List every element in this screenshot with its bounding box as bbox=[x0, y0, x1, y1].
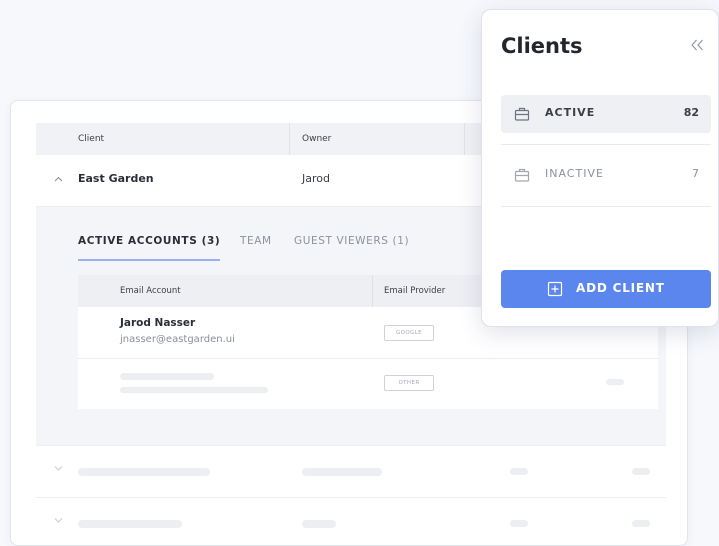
skeleton-line bbox=[120, 373, 214, 380]
briefcase-icon bbox=[514, 106, 530, 122]
tab-guest-viewers[interactable]: GUEST VIEWERS (1) bbox=[294, 235, 409, 247]
client-owner: Jarod bbox=[302, 172, 330, 185]
skeleton-line bbox=[302, 468, 382, 476]
account-email: jnasser@eastgarden.ui bbox=[120, 334, 235, 345]
client-name[interactable]: East Garden bbox=[78, 172, 154, 185]
column-header-client[interactable]: Client bbox=[78, 123, 104, 155]
provider-badge: OTHER bbox=[384, 375, 434, 391]
skeleton-line bbox=[632, 520, 650, 527]
nav-item-label: ACTIVE bbox=[545, 106, 596, 119]
table-row-placeholder bbox=[36, 445, 666, 497]
skeleton-line bbox=[632, 468, 650, 475]
table-row-placeholder: OTHER bbox=[78, 359, 658, 409]
briefcase-icon bbox=[514, 167, 530, 183]
nav-item-active[interactable]: ACTIVE 82 bbox=[501, 95, 711, 133]
clients-side-panel: Clients ACTIVE 82 INACTIVE 7 ADD CLIENT bbox=[481, 9, 719, 327]
tab-active-accounts[interactable]: ACTIVE ACCOUNTS (3) bbox=[78, 235, 220, 247]
column-header-owner[interactable]: Owner bbox=[302, 123, 331, 155]
table-row-placeholder bbox=[36, 497, 666, 545]
nav-item-label: INACTIVE bbox=[545, 167, 604, 180]
tab-team[interactable]: TEAM bbox=[240, 235, 272, 247]
divider bbox=[501, 144, 711, 145]
nav-item-count: 7 bbox=[692, 167, 699, 180]
skeleton-line bbox=[510, 520, 528, 527]
chevron-down-icon bbox=[54, 515, 63, 526]
column-divider bbox=[372, 275, 373, 307]
column-divider bbox=[289, 123, 290, 155]
chevron-down-icon bbox=[54, 463, 63, 474]
divider bbox=[501, 206, 711, 207]
double-chevron-left-icon[interactable] bbox=[690, 36, 704, 55]
panel-title: Clients bbox=[501, 34, 583, 58]
add-client-button[interactable]: ADD CLIENT bbox=[501, 270, 711, 308]
column-header-email-provider[interactable]: Email Provider bbox=[384, 275, 445, 307]
skeleton-line bbox=[120, 387, 268, 393]
nav-item-inactive[interactable]: INACTIVE 7 bbox=[501, 156, 711, 194]
skeleton-line bbox=[78, 468, 210, 476]
skeleton-line bbox=[510, 468, 528, 475]
skeleton-line bbox=[302, 520, 336, 528]
column-header-email-account[interactable]: Email Account bbox=[120, 275, 181, 307]
skeleton-line bbox=[78, 520, 182, 528]
add-client-label: ADD CLIENT bbox=[576, 281, 665, 295]
chevron-up-icon[interactable] bbox=[54, 174, 63, 185]
skeleton-line bbox=[606, 379, 624, 385]
account-name: Jarod Nasser bbox=[120, 317, 196, 329]
provider-badge: GOOGLE bbox=[384, 325, 434, 341]
plus-square-icon bbox=[547, 281, 563, 297]
active-tab-indicator bbox=[78, 259, 220, 261]
nav-item-count: 82 bbox=[683, 106, 699, 119]
column-divider bbox=[464, 123, 465, 155]
